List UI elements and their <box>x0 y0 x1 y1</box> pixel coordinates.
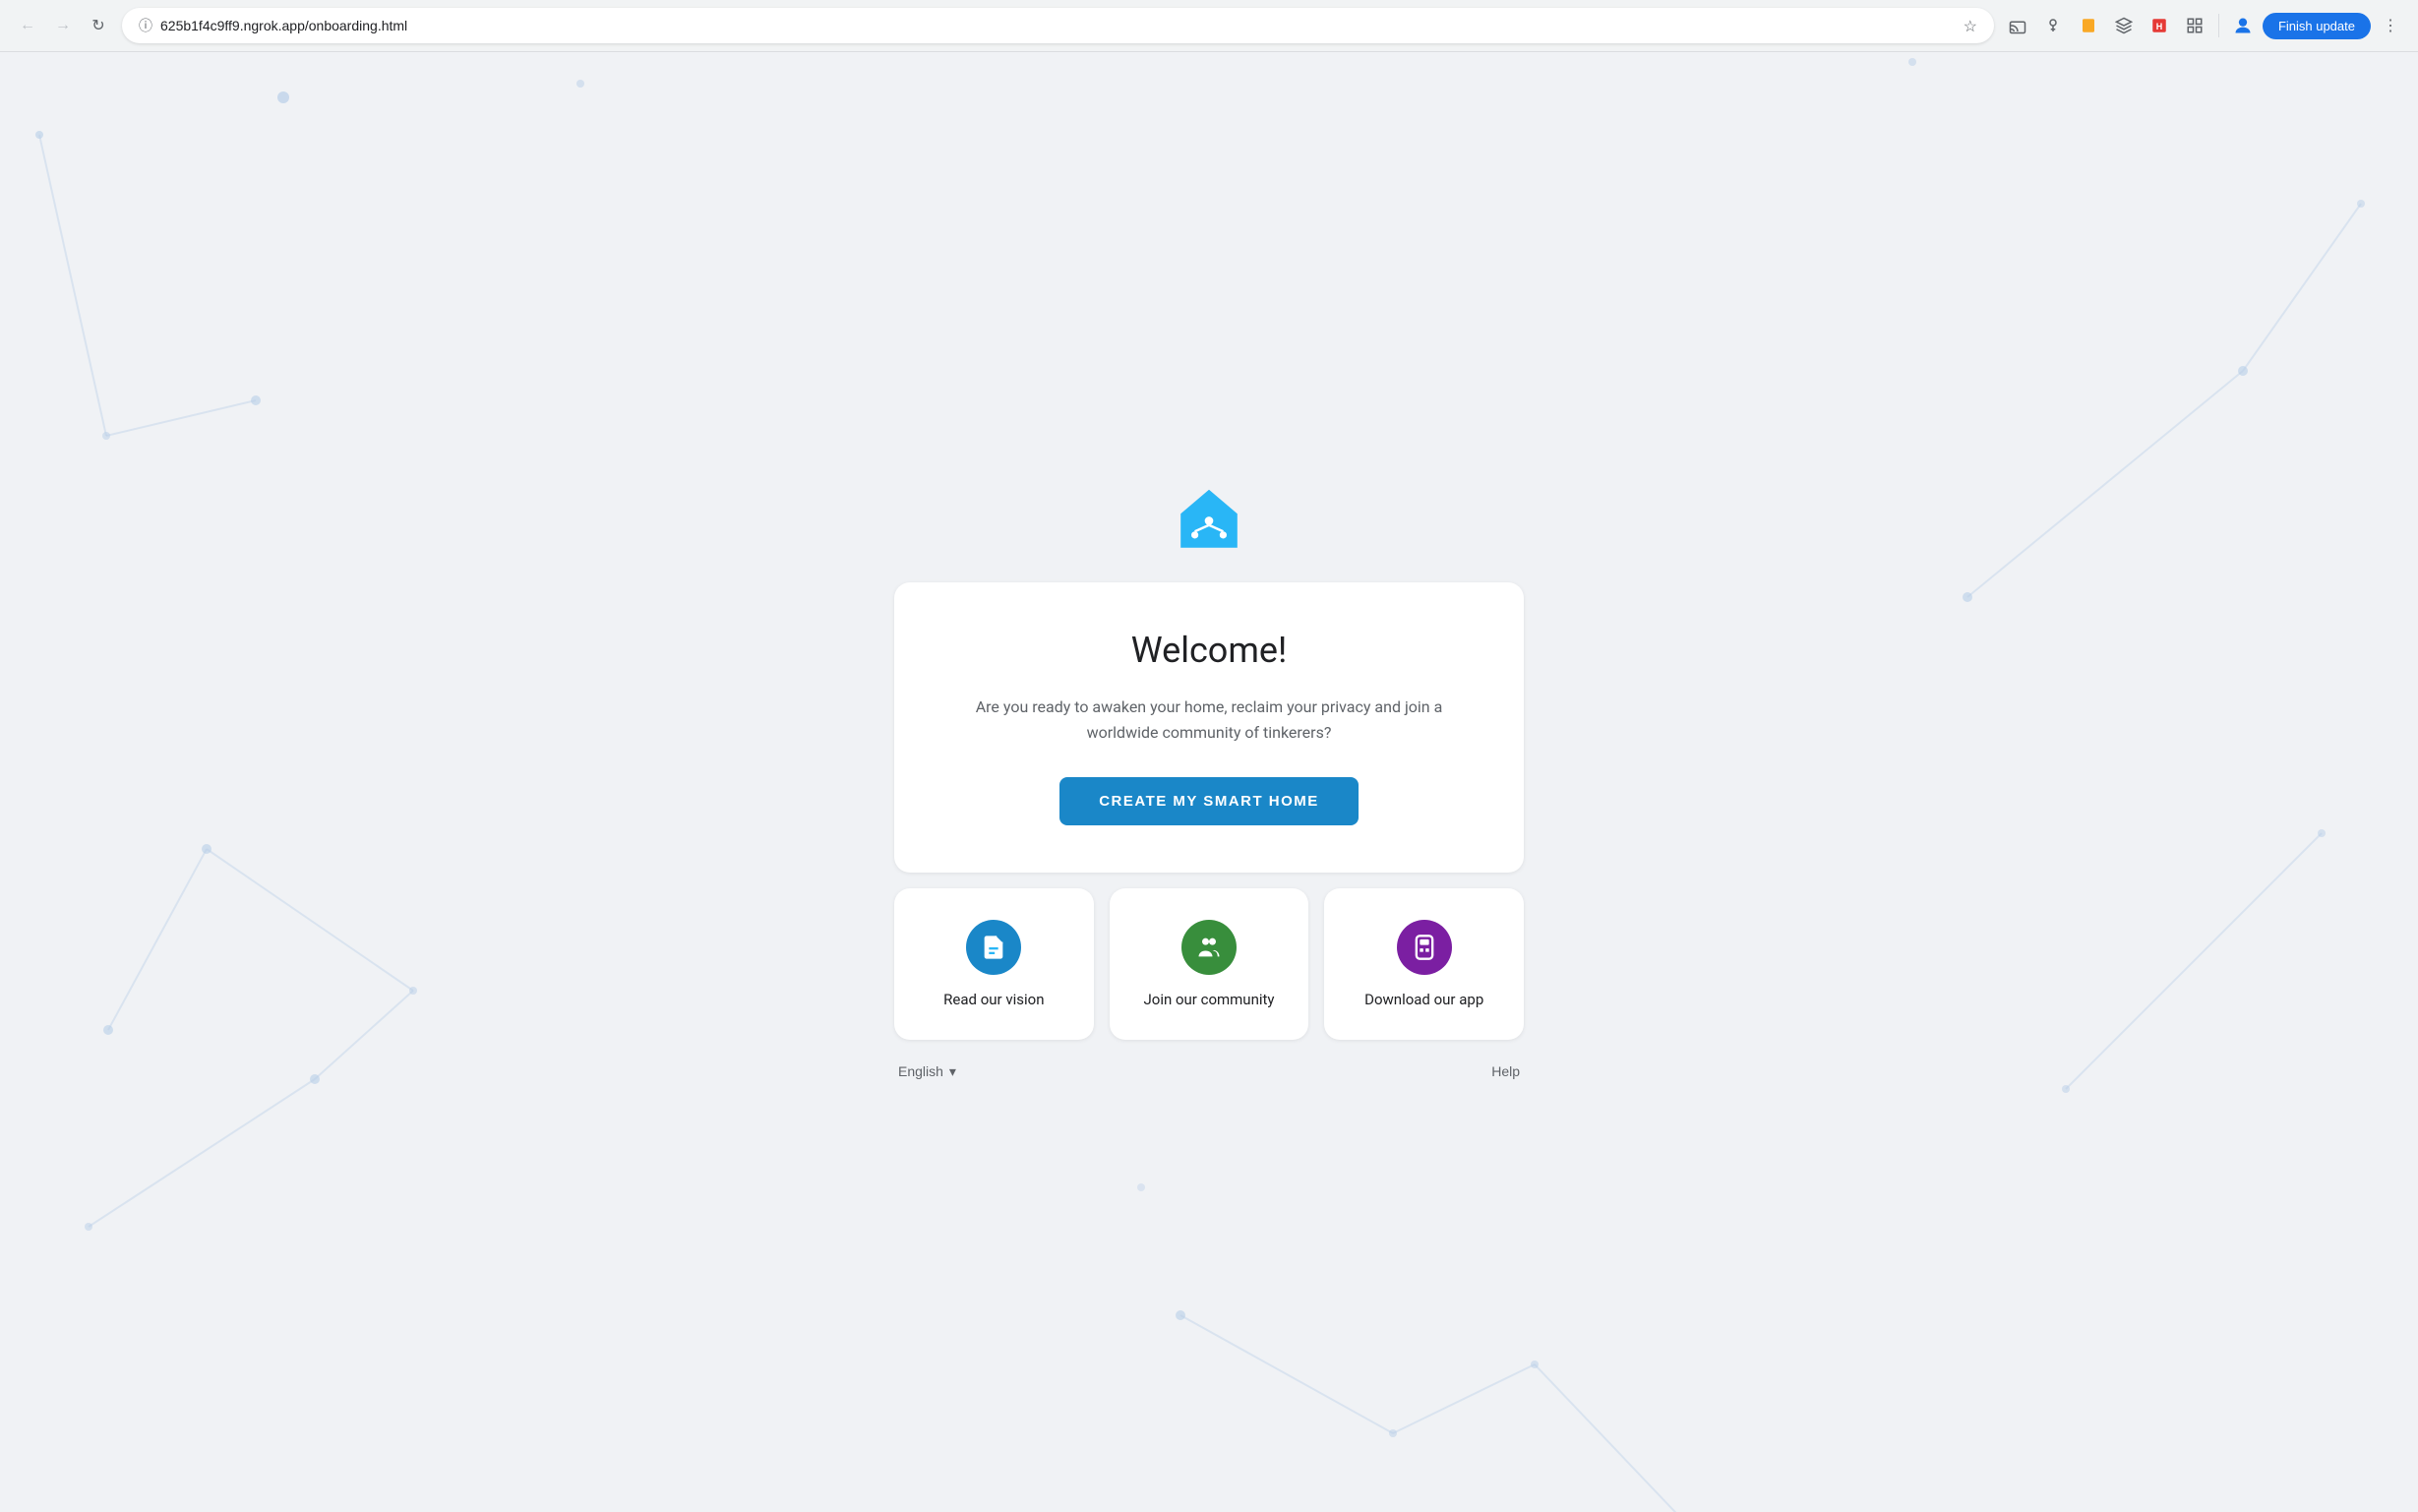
menu-icon-btn[interactable]: ⋮ <box>2375 10 2406 41</box>
browser-chrome: ← → ↻ ⓘ ☆ H <box>0 0 2418 52</box>
main-welcome-card: Welcome! Are you ready to awaken your ho… <box>894 582 1524 872</box>
svg-text:H: H <box>2156 22 2163 31</box>
ext2-icon-btn[interactable]: H <box>2144 10 2175 41</box>
address-bar[interactable] <box>160 18 1956 33</box>
create-smart-home-button[interactable]: CREATE MY SMART HOME <box>1059 777 1359 825</box>
toolbar-divider <box>2218 14 2219 37</box>
dropdown-arrow-icon: ▾ <box>949 1063 956 1080</box>
notes-icon-btn[interactable] <box>2073 10 2104 41</box>
read-vision-card[interactable]: Read our vision <box>894 888 1094 1040</box>
password-icon-btn[interactable] <box>2037 10 2069 41</box>
back-button[interactable]: ← <box>12 10 43 41</box>
download-app-icon <box>1397 920 1452 975</box>
address-bar-container: ⓘ ☆ <box>122 8 1994 43</box>
ext3-icon-btn[interactable] <box>2179 10 2210 41</box>
site-info-icon[interactable]: ⓘ <box>139 16 152 35</box>
page-content: Welcome! Are you ready to awaken your ho… <box>0 52 2418 1512</box>
join-community-card[interactable]: Join our community <box>1110 888 1309 1040</box>
language-label: English <box>898 1063 943 1079</box>
footer: English ▾ Help <box>894 1063 1524 1080</box>
logo-container <box>1174 484 1244 559</box>
language-selector[interactable]: English ▾ <box>898 1063 956 1080</box>
ext1-icon-btn[interactable] <box>2108 10 2140 41</box>
cast-icon-btn[interactable] <box>2002 10 2033 41</box>
join-community-icon <box>1181 920 1237 975</box>
read-vision-icon <box>966 920 1021 975</box>
welcome-title: Welcome! <box>953 630 1465 671</box>
reload-button[interactable]: ↻ <box>83 10 114 41</box>
forward-button[interactable]: → <box>47 10 79 41</box>
toolbar-icons: H Finish update ⋮ <box>2002 10 2406 41</box>
download-app-label: Download our app <box>1364 991 1483 1008</box>
finish-update-button[interactable]: Finish update <box>2263 13 2371 39</box>
cards-row: Read our vision Join our community <box>894 888 1524 1040</box>
nav-buttons: ← → ↻ <box>12 10 114 41</box>
star-icon[interactable]: ☆ <box>1964 17 1977 35</box>
read-vision-label: Read our vision <box>943 991 1044 1008</box>
download-app-card[interactable]: Download our app <box>1324 888 1524 1040</box>
join-community-label: Join our community <box>1143 991 1274 1008</box>
ha-logo-icon <box>1174 484 1244 555</box>
welcome-subtitle: Are you ready to awaken your home, recla… <box>953 695 1465 745</box>
help-link[interactable]: Help <box>1491 1063 1520 1079</box>
profile-icon-btn[interactable] <box>2227 10 2259 41</box>
browser-toolbar: ← → ↻ ⓘ ☆ H <box>0 0 2418 51</box>
